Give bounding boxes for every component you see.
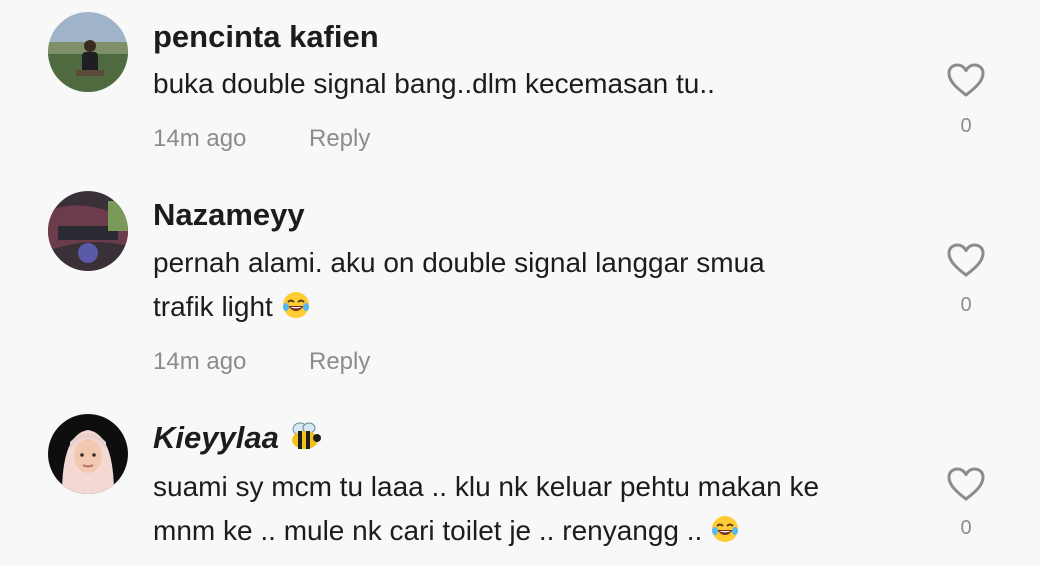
- comment-time: 14m ago: [153, 125, 247, 152]
- username[interactable]: pencinta kafien: [153, 19, 379, 55]
- like-button[interactable]: [946, 466, 986, 507]
- bee-emoji: [287, 420, 323, 460]
- comment-text-line-2: trafik light: [153, 285, 923, 333]
- comment-text-line: mnm ke .. mule nk cari toilet je .. reny…: [153, 515, 703, 546]
- avatar[interactable]: [48, 414, 128, 494]
- laughing-tears-emoji: [281, 289, 311, 333]
- comment-text: pernah alami. aku on double signal langg…: [153, 241, 923, 333]
- heart-icon: [947, 467, 985, 501]
- like-count: 0: [960, 294, 972, 316]
- laughing-tears-emoji: [710, 513, 740, 557]
- heart-icon: [947, 63, 985, 97]
- reply-button[interactable]: Reply: [309, 347, 370, 377]
- comment-text-line: suami sy mcm tu laaa .. klu nk keluar pe…: [153, 471, 820, 502]
- reply-button[interactable]: Reply: [309, 124, 370, 154]
- comment-text-line: pernah alami. aku on double signal langg…: [153, 247, 765, 278]
- avatar[interactable]: [48, 12, 128, 92]
- username-text: Kieyylaa: [153, 420, 279, 455]
- username[interactable]: Nazameyy: [153, 197, 305, 233]
- like-count: 0: [960, 517, 972, 539]
- like-count: 0: [960, 115, 972, 137]
- username[interactable]: Kieyylaa: [153, 420, 323, 460]
- comment-text-line-2: mnm ke .. mule nk cari toilet je .. reny…: [153, 509, 923, 557]
- comment-time: 14m ago: [153, 348, 247, 375]
- comment-meta: 14m ago Reply: [153, 347, 370, 377]
- comment-text: suami sy mcm tu laaa .. klu nk keluar pe…: [153, 465, 923, 557]
- comment-text: buka double signal bang..dlm kecemasan t…: [153, 68, 715, 99]
- like-button[interactable]: [946, 62, 986, 103]
- comment-meta: 14m ago Reply: [153, 124, 370, 154]
- avatar[interactable]: [48, 191, 128, 271]
- like-button[interactable]: [946, 242, 986, 283]
- heart-icon: [947, 243, 985, 277]
- comment-text-line: trafik light: [153, 291, 273, 322]
